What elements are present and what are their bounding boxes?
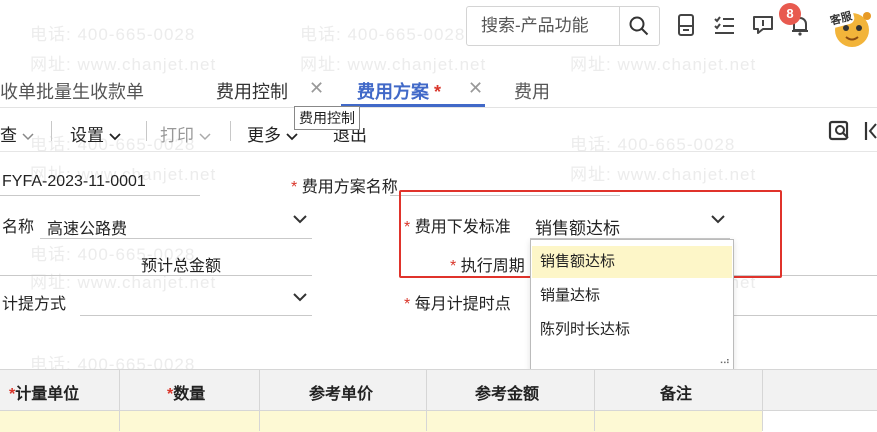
watermark-site: 网址: www.chanjet.net <box>570 55 757 74</box>
print-button[interactable]: 打印 <box>160 121 211 146</box>
table-row[interactable] <box>762 410 877 432</box>
column-header-unit[interactable]: *计量单位 <box>9 380 79 404</box>
grid-column-divider <box>119 369 120 431</box>
query-label: 查 <box>0 126 17 145</box>
field-underline <box>40 238 312 239</box>
tab-expense[interactable]: 费用 <box>514 78 550 104</box>
message-icon[interactable] <box>752 14 774 36</box>
issue-standard-dropdown[interactable]: 销售额达标 销量达标 陈列时长达标 ⠠⠴ <box>530 239 734 371</box>
tab-expense-control-close-icon[interactable]: ✕ <box>309 78 324 99</box>
search-icon[interactable] <box>629 16 649 36</box>
option-display-duration[interactable]: 陈列时长达标 <box>532 314 732 346</box>
chevron-down-icon <box>22 133 34 141</box>
watermark-site: 网址: www.chanjet.net <box>300 55 487 74</box>
first-record-icon[interactable] <box>863 119 877 143</box>
unsaved-mark: * <box>434 82 442 102</box>
accrual-method-label: 计提方式 <box>2 296 67 313</box>
toolbar-divider <box>0 151 877 152</box>
customer-service-button[interactable]: 客服 <box>824 2 876 48</box>
settings-label: 设置 <box>70 126 104 145</box>
column-header-unit-label: 计量单位 <box>15 386 80 403</box>
name-label: 名称 <box>2 219 35 236</box>
option-sales-amount[interactable]: 销售额达标 <box>532 246 732 278</box>
column-header-remark[interactable]: 备注 <box>660 380 692 404</box>
grid-column-divider <box>762 369 763 431</box>
toolbar-separator <box>146 121 147 141</box>
chevron-down-icon[interactable] <box>293 292 307 302</box>
watermark-site: 网址: www.chanjet.net <box>570 165 757 184</box>
chevron-down-icon <box>109 133 121 141</box>
chevron-down-icon[interactable] <box>293 214 307 224</box>
toolbar-separator <box>51 121 52 141</box>
query-button[interactable]: 查 <box>0 121 34 146</box>
search-box[interactable] <box>466 6 660 46</box>
name-select[interactable]: 高速公路费 <box>47 215 127 239</box>
scheme-name-text: 费用方案名称 <box>301 179 398 196</box>
tab-expense-plan-close-icon[interactable]: ✕ <box>468 78 483 99</box>
column-header-quantity[interactable]: *数量 <box>167 380 205 404</box>
estimated-total-label: 预计总金额 <box>141 258 222 275</box>
tab-expense-control[interactable]: 费用控制 <box>216 78 288 104</box>
required-mark: * <box>404 296 411 313</box>
grid-column-divider <box>426 369 427 431</box>
table-row[interactable] <box>0 410 762 432</box>
plan-code-field[interactable]: FYFA-2023-11-0001 <box>2 173 146 191</box>
more-label: 更多 <box>247 126 281 145</box>
chevron-down-icon <box>199 133 211 141</box>
tab-tooltip: 费用控制 <box>294 106 360 130</box>
task-list-icon[interactable] <box>713 14 735 36</box>
watermark-phone: 电话: 400-665-0028 <box>300 25 466 44</box>
tab-expense-plan[interactable]: 费用方案 * <box>357 78 441 104</box>
settings-button[interactable]: 设置 <box>70 121 121 146</box>
monthly-accrual-label: * 每月计提时点 <box>404 290 511 314</box>
grid-column-divider <box>594 369 595 431</box>
zoom-view-icon[interactable] <box>828 119 852 143</box>
calculator-icon[interactable] <box>675 14 697 36</box>
toolbar-separator <box>230 121 231 141</box>
field-underline <box>0 195 200 196</box>
more-button[interactable]: 更多 <box>247 121 298 146</box>
watermark-site: 网址: www.chanjet.net <box>30 55 217 74</box>
notification-badge: 8 <box>779 3 801 25</box>
tab-bar-divider <box>0 107 877 108</box>
accrual-method-select[interactable] <box>80 315 312 316</box>
option-sales-volume[interactable]: 销量达标 <box>532 280 732 312</box>
column-header-quantity-label: 数量 <box>173 386 206 403</box>
monthly-accrual-text: 每月计提时点 <box>414 296 511 313</box>
column-header-ref-price[interactable]: 参考单价 <box>309 380 373 404</box>
field-underline <box>0 275 312 276</box>
grid-header <box>0 369 877 411</box>
print-label: 打印 <box>160 126 194 145</box>
field-underline <box>733 315 877 316</box>
column-header-ref-amount[interactable]: 参考金额 <box>475 380 539 404</box>
search-input[interactable] <box>479 14 613 38</box>
search-divider <box>619 7 620 45</box>
active-tab-indicator <box>341 104 485 107</box>
grid-column-divider <box>259 369 260 431</box>
tab-expense-plan-label: 费用方案 <box>357 82 429 102</box>
scheme-name-label: * 费用方案名称 <box>291 173 398 197</box>
required-mark: * <box>291 179 298 196</box>
tab-batch-receipt[interactable]: 收单批量生收款单 <box>0 78 144 104</box>
resize-handle-icon[interactable]: ⠠⠴ <box>716 356 730 367</box>
watermark-phone: 电话: 400-665-0028 <box>30 25 196 44</box>
chevron-down-icon <box>286 133 298 141</box>
